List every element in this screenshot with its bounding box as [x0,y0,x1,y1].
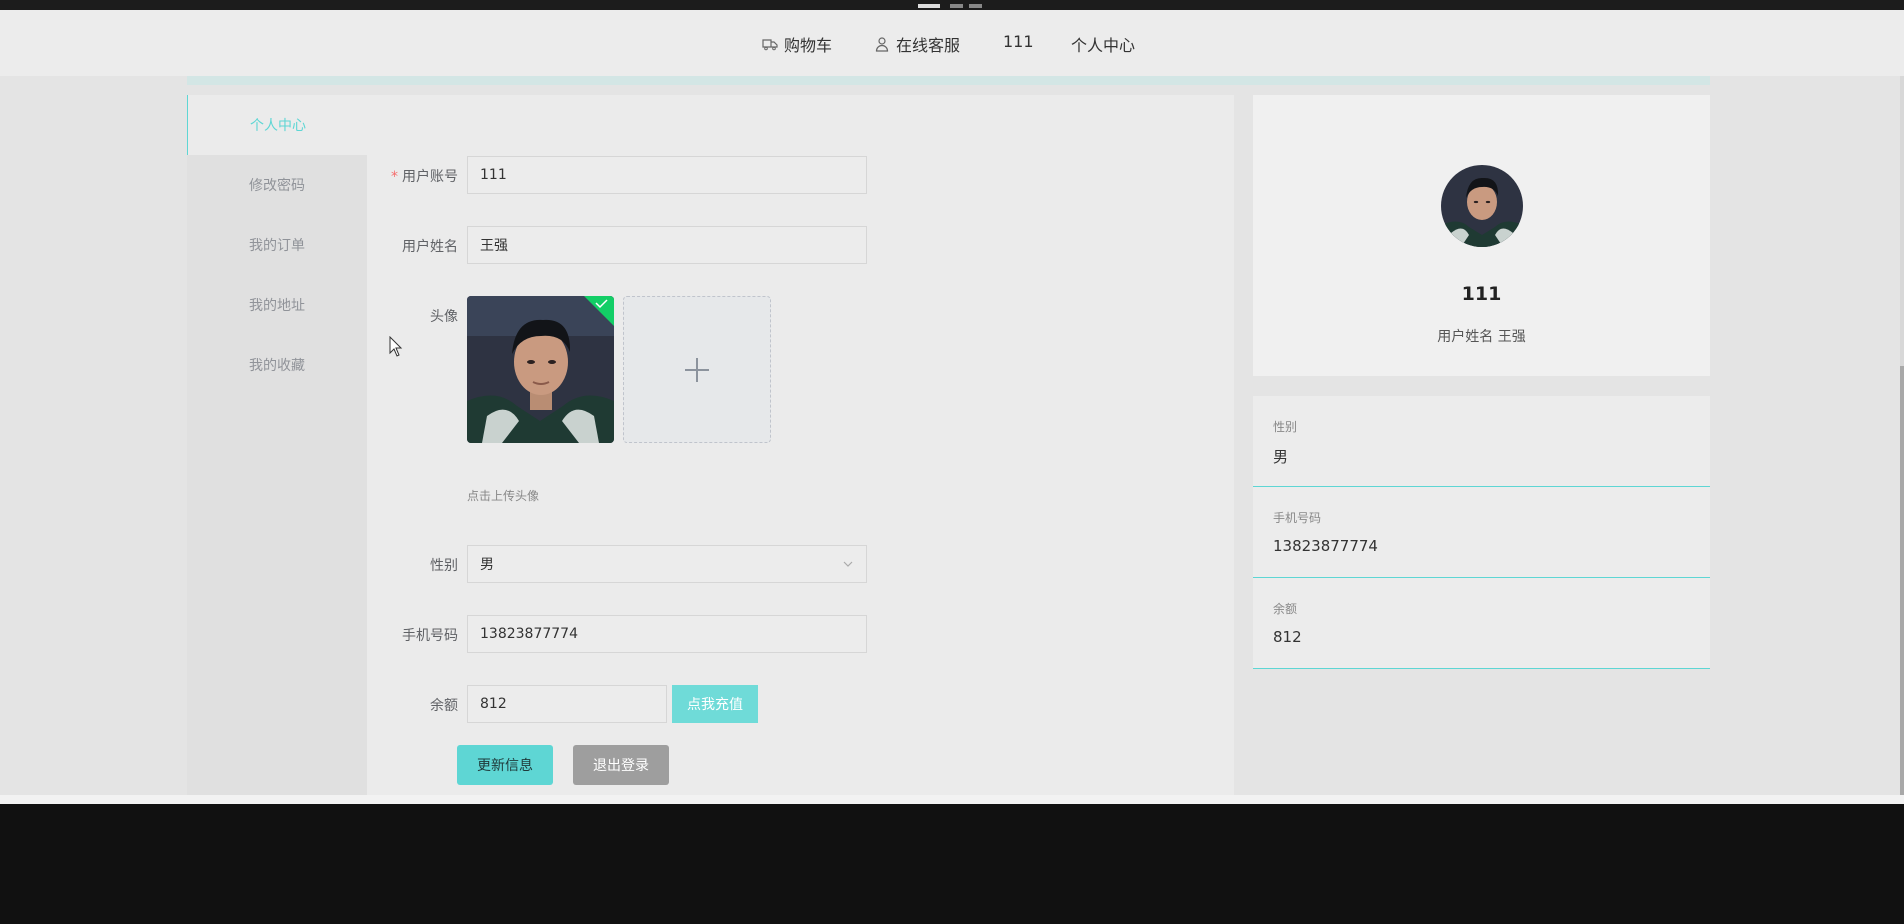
avatar-upload-button[interactable] [623,296,771,443]
phone-label: 手机号码 [402,628,458,644]
account-input-value: 111 [480,167,507,183]
viewport-bottom-area [0,804,1904,924]
account-label: * 用户账号 [368,166,458,186]
sidebar-item-personal-center[interactable]: 个人中心 [187,95,368,155]
nav-cart-label: 购物车 [784,36,833,55]
balance-input[interactable]: 812 [467,685,667,723]
user-icon [875,37,889,52]
sidebar-item-label: 我的收藏 [249,358,305,374]
nav-personal-label: 个人中心 [1071,36,1136,55]
name-input[interactable]: 王强 [467,226,867,264]
page-bottom-edge [0,795,1904,804]
info-gender-label: 性别 [1273,420,1298,434]
info-phone-value: 13823877774 [1273,537,1378,555]
info-gender-value: 男 [1273,448,1289,466]
chevron-down-icon [843,561,853,567]
account-label-text: 用户账号 [402,169,458,185]
nav-cart[interactable]: 购物车 [762,32,832,56]
gender-select-value: 男 [480,557,494,573]
nav-username[interactable]: 111 [1003,32,1034,51]
sidebar-item-my-orders[interactable]: 我的订单 [187,215,367,275]
avatar-thumbnail[interactable] [467,296,614,443]
plus-icon [685,357,709,382]
nav-service-label: 在线客服 [896,36,961,55]
sidebar-item-label: 个人中心 [250,118,306,134]
info-card-balance: 余额 812 [1253,578,1710,669]
info-balance-value: 812 [1273,628,1302,646]
avatar-label: 头像 [430,309,458,325]
name-label: 用户姓名 [402,239,458,255]
tab-indicator [950,4,963,8]
logout-button[interactable]: 退出登录 [573,745,669,785]
accent-band [187,76,1710,85]
scrollbar-thumb[interactable] [1900,366,1904,804]
gender-select[interactable]: 男 [467,545,867,583]
mouse-cursor-icon [389,336,403,357]
info-phone-label: 手机号码 [1273,511,1322,525]
profile-card: 111 用户姓名 王强 [1253,95,1710,376]
sidebar-item-label: 我的订单 [249,238,305,254]
top-nav: 购物车 在线客服 111 个人中心 [0,10,1904,76]
account-input[interactable]: 111 [467,156,867,194]
gender-label: 性别 [430,558,458,574]
sidebar-item-label: 我的地址 [249,298,305,314]
sidebar-item-label: 修改密码 [249,178,305,194]
upload-hint: 点击上传头像 [467,489,540,503]
balance-input-value: 812 [480,696,507,712]
profile-avatar [1441,165,1523,247]
sidebar-item-change-password[interactable]: 修改密码 [187,155,367,215]
required-mark: * [391,169,398,185]
sidebar-item-my-favorites[interactable]: 我的收藏 [187,335,367,395]
tab-indicator [918,4,940,8]
name-input-value: 王强 [480,238,508,254]
window-top-strip [0,0,1904,10]
phone-input[interactable]: 13823877774 [467,615,867,653]
phone-input-value: 13823877774 [480,626,578,642]
update-info-button[interactable]: 更新信息 [457,745,553,785]
profile-username: 111 [1461,283,1502,305]
nav-username-label: 111 [1003,32,1034,51]
nav-service[interactable]: 在线客服 [874,32,960,56]
recharge-button[interactable]: 点我充值 [672,685,758,723]
sidebar-item-my-address[interactable]: 我的地址 [187,275,367,335]
truck-icon [762,39,778,51]
avatar-photo [467,296,614,443]
info-card-gender: 性别 男 [1253,396,1710,487]
info-balance-label: 余额 [1273,602,1298,616]
nav-personal-center[interactable]: 个人中心 [1071,32,1135,56]
balance-label: 余额 [430,698,458,714]
info-card-phone: 手机号码 13823877774 [1253,487,1710,578]
profile-name-line: 用户姓名 王强 [1437,329,1526,345]
tab-indicator [969,4,982,8]
